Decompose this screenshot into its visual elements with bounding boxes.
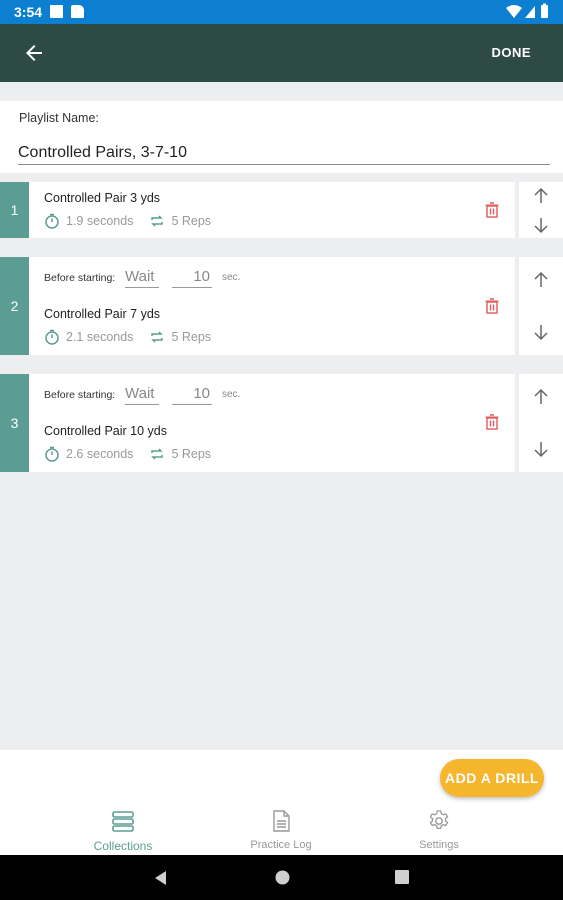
drill-number: 2 [0, 257, 29, 355]
reorder-controls [519, 182, 563, 238]
stopwatch-icon [45, 446, 59, 462]
document-icon [273, 810, 290, 832]
gear-icon [429, 810, 449, 830]
drill-name: Controlled Pair 10 yds [44, 424, 167, 438]
nav-practice-log[interactable]: Practice Log [221, 805, 341, 853]
before-starting-label: Before starting: [44, 389, 116, 401]
drill-reps: 5 [171, 214, 179, 228]
sd-card-icon [71, 5, 84, 18]
drill-number: 3 [0, 374, 29, 472]
collections-icon [112, 811, 134, 832]
drill-meta: 2.1 seconds 5 Reps [44, 329, 211, 345]
drill-reps-unit: Reps [181, 330, 212, 344]
wait-seconds-field[interactable]: 10 [172, 268, 212, 288]
repeat-icon [151, 448, 164, 460]
arrow-down-icon[interactable] [532, 440, 550, 458]
stopwatch-icon [45, 329, 59, 345]
drill-meta: 1.9 seconds 5 Reps [44, 213, 211, 229]
drill-reps-unit: Reps [181, 447, 212, 461]
wait-type-field[interactable]: Wait [125, 268, 159, 288]
done-button[interactable]: DONE [491, 45, 531, 60]
drill-card[interactable]: Controlled Pair 3 yds 1.9 seconds 5 Reps [29, 182, 515, 238]
arrow-down-icon[interactable] [532, 216, 550, 234]
back-triangle-icon[interactable] [154, 870, 168, 886]
app-bar: DONE [0, 24, 563, 82]
notification-icon [50, 5, 63, 18]
drill-time: 2.6 [66, 447, 84, 461]
repeat-icon [151, 215, 164, 227]
drill-reps: 5 [171, 447, 179, 461]
wait-type-field[interactable]: Wait [125, 385, 159, 405]
playlist-name-input[interactable] [18, 141, 550, 165]
drill-card[interactable]: Before starting: Wait 10 sec. Controlled… [29, 257, 515, 355]
reorder-controls [519, 374, 563, 472]
drill-reps-unit: Reps [181, 214, 212, 228]
stopwatch-icon [45, 213, 59, 229]
drill-number: 1 [0, 182, 29, 238]
nav-collections[interactable]: Collections [63, 805, 183, 853]
drill-card[interactable]: Before starting: Wait 10 sec. Controlled… [29, 374, 515, 472]
drill-name: Controlled Pair 3 yds [44, 191, 161, 205]
wifi-battery-icon [506, 3, 548, 18]
delete-icon[interactable] [485, 298, 499, 314]
home-circle-icon[interactable] [275, 870, 290, 885]
repeat-icon [151, 331, 164, 343]
drill-time: 1.9 [66, 214, 84, 228]
status-bar: 3:54 [0, 0, 563, 24]
nav-practice-log-label: Practice Log [250, 839, 312, 851]
sec-unit-label: sec. [222, 389, 241, 400]
reorder-controls [519, 257, 563, 355]
drill-time: 2.1 [66, 330, 84, 344]
arrow-down-icon[interactable] [532, 323, 550, 341]
arrow-up-icon[interactable] [532, 187, 550, 205]
before-starting-label: Before starting: [44, 272, 116, 284]
drill-time-unit: seconds [86, 447, 134, 461]
wait-seconds-field[interactable]: 10 [172, 385, 212, 405]
nav-settings[interactable]: Settings [379, 805, 499, 853]
status-indicators [505, 3, 549, 26]
drill-time-unit: seconds [86, 330, 134, 344]
playlist-name-label: Playlist Name: [19, 111, 99, 125]
drill-time-unit: seconds [86, 214, 134, 228]
back-arrow-icon[interactable] [22, 41, 46, 65]
drill-meta: 2.6 seconds 5 Reps [44, 446, 211, 462]
add-drill-button[interactable]: ADD A DRILL [440, 759, 544, 797]
delete-icon[interactable] [485, 202, 499, 218]
playlist-name-card: Playlist Name: [0, 101, 563, 173]
recents-square-icon[interactable] [395, 870, 409, 884]
system-navigation-bar [0, 855, 563, 900]
drill-name: Controlled Pair 7 yds [44, 307, 161, 321]
arrow-up-icon[interactable] [532, 271, 550, 289]
nav-settings-label: Settings [419, 839, 459, 851]
nav-collections-label: Collections [93, 839, 153, 853]
drill-reps: 5 [171, 330, 179, 344]
delete-icon[interactable] [485, 414, 499, 430]
sec-unit-label: sec. [222, 272, 241, 283]
status-time: 3:54 [14, 4, 43, 20]
arrow-up-icon[interactable] [532, 388, 550, 406]
